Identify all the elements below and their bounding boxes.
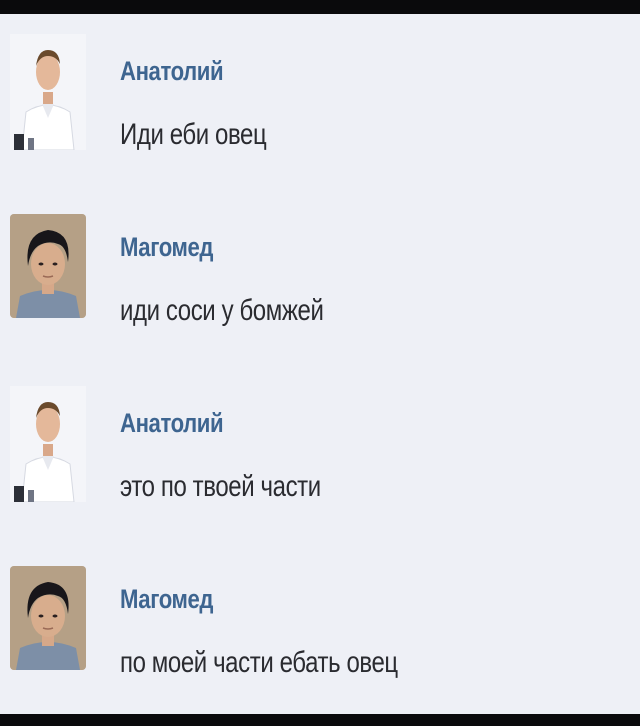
message-item: Магомед по моей части ебать овец [0,562,640,692]
sender-name[interactable]: Магомед [120,232,213,263]
sender-name[interactable]: Анатолий [120,408,224,439]
message-text: по моей части ебать овец [120,646,398,679]
sender-name[interactable]: Анатолий [120,56,224,87]
message-text: это по твоей части [120,470,321,503]
message-item: Магомед иди соси у бомжей [0,210,640,340]
avatar[interactable] [10,386,86,502]
message-item: Анатолий это по твоей части [0,386,640,516]
avatar[interactable] [10,34,86,150]
message-text: Иди еби овец [120,118,267,151]
chat-window: Анатолий Иди еби овец Магомед иди соси у… [0,14,640,714]
message-text: иди соси у бомжей [120,294,324,327]
avatar[interactable] [10,210,86,326]
sender-name[interactable]: Магомед [120,584,213,615]
avatar[interactable] [10,562,86,678]
message-item: Анатолий Иди еби овец [0,34,640,164]
